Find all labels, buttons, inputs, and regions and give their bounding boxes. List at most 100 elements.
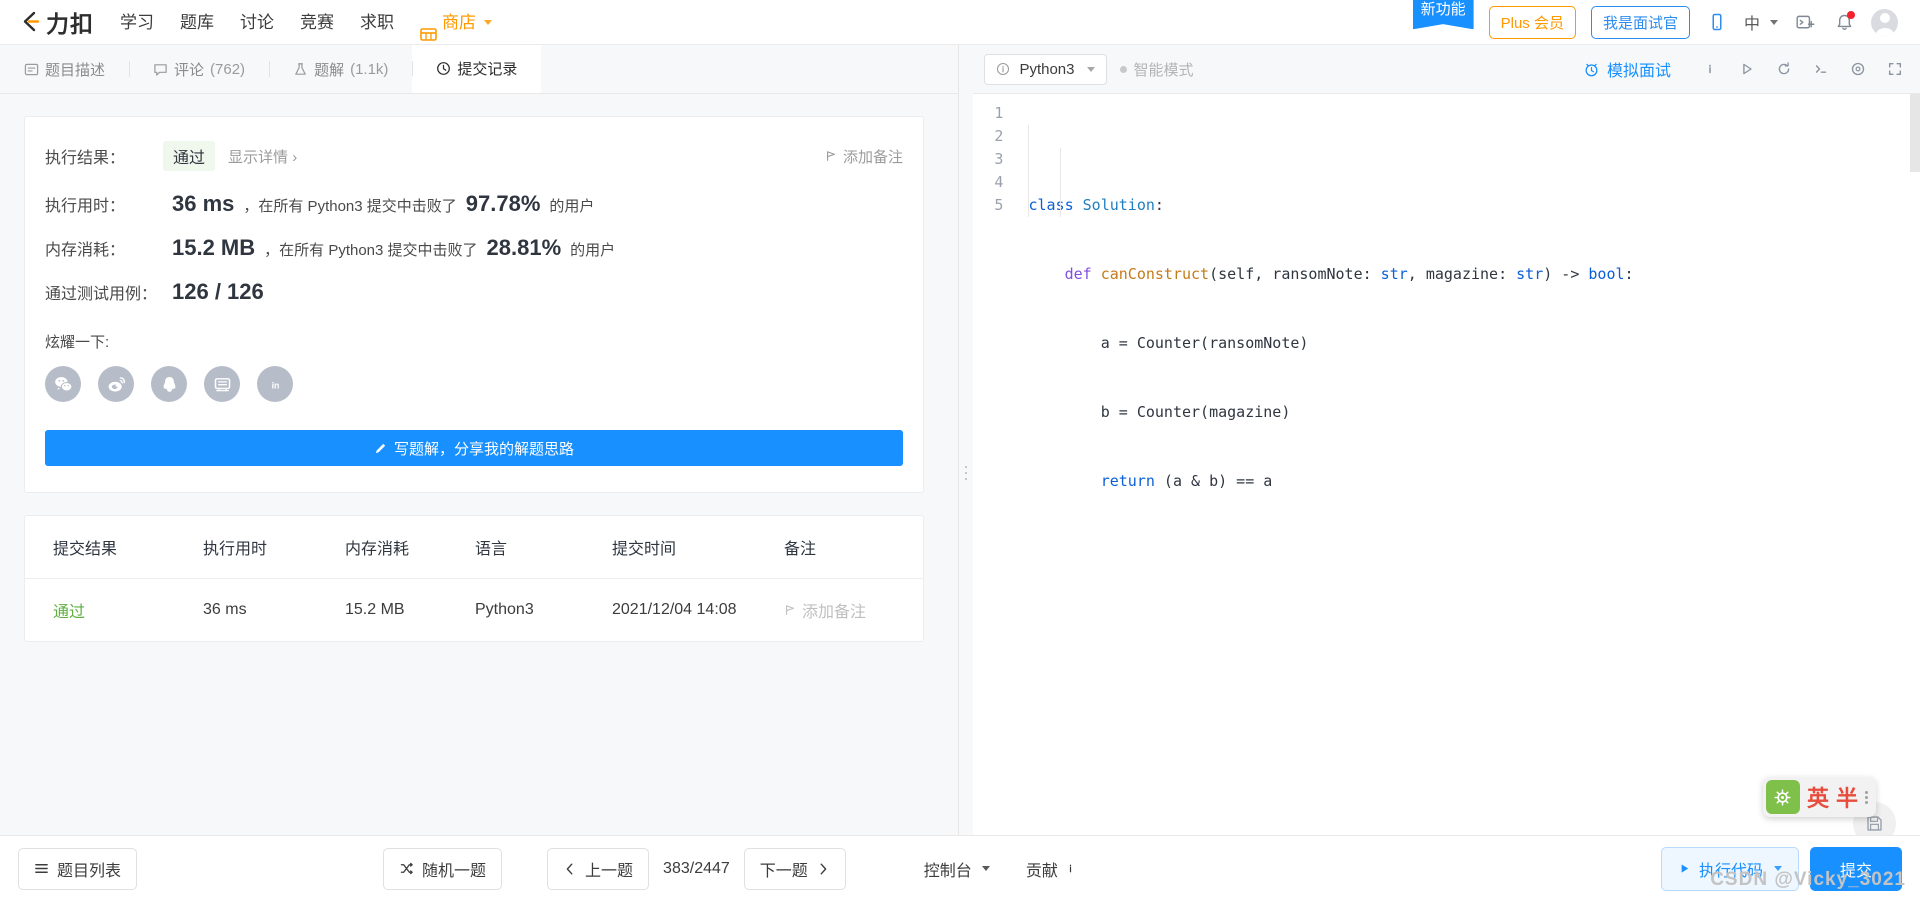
- add-note-label: 添加备注: [842, 148, 903, 166]
- fullscreen-icon[interactable]: [1887, 61, 1903, 77]
- line-number: 1: [994, 104, 1004, 122]
- runtime-percentile: 97.78%: [465, 191, 541, 216]
- submission-status-link[interactable]: 通过: [53, 604, 85, 621]
- editor-toolbar: Python3 智能模式 模拟面试: [973, 45, 1920, 94]
- tab-solutions[interactable]: 题解 (1.1k): [269, 45, 412, 93]
- contribute-button[interactable]: 贡献: [1026, 857, 1077, 881]
- ime-more-icon[interactable]: [1865, 790, 1868, 804]
- user-avatar[interactable]: [1871, 8, 1898, 36]
- code-content[interactable]: class Solution: def canConstruct(self, r…: [1015, 102, 1920, 539]
- add-note-button[interactable]: 添加备注: [825, 146, 903, 167]
- memory-row: 内存消耗： 15.2 MB ，在所有 Python3 提交中击败了 28.81%…: [45, 235, 903, 261]
- write-solution-label: 写题解，分享我的解题思路: [393, 440, 574, 458]
- notification-dot: [1847, 11, 1855, 19]
- write-solution-button[interactable]: 写题解，分享我的解题思路: [45, 430, 903, 466]
- nav-link-discuss[interactable]: 讨论: [240, 0, 274, 45]
- reset-icon[interactable]: [1776, 61, 1792, 77]
- leetcode-logo[interactable]: 力扣: [14, 5, 94, 39]
- flag-icon: [826, 151, 835, 161]
- console-label: 控制台: [923, 862, 972, 880]
- row-add-note-button[interactable]: 添加备注: [784, 598, 923, 622]
- tab-comments[interactable]: 评论 (762): [129, 45, 269, 93]
- language-picker[interactable]: Python3: [984, 53, 1107, 85]
- runtime-mid-text: ，在所有 Python3 提交中击败了: [243, 198, 457, 215]
- memory-value: 15.2 MB: [172, 235, 256, 260]
- th-language: 语言: [475, 516, 612, 579]
- tab-description[interactable]: 题目描述: [0, 45, 129, 93]
- tab-submissions[interactable]: 提交记录: [412, 45, 542, 93]
- nav-link-jobs[interactable]: 求职: [360, 0, 394, 45]
- left-panel: 题目描述 评论 (762) 题解 (1.1k) 提交记录 执行结果： 通过 显示…: [0, 45, 960, 901]
- code-line-3: a = Counter(ransomNote): [1028, 334, 1309, 352]
- prev-problem-button[interactable]: 上一题: [547, 847, 650, 890]
- nav-link-shop[interactable]: 商店: [420, 0, 492, 45]
- console-icon[interactable]: [1813, 61, 1829, 77]
- run-code-button[interactable]: 执行代码: [1660, 846, 1799, 891]
- nav-link-problems[interactable]: 题库: [180, 0, 214, 45]
- submit-button[interactable]: 提交: [1809, 846, 1902, 891]
- info-icon: [1069, 864, 1071, 873]
- th-submit-time: 提交时间: [612, 516, 784, 579]
- tab-label: 提交记录: [457, 61, 518, 78]
- ime-width-label[interactable]: 半: [1836, 781, 1858, 813]
- language-selector[interactable]: 中: [1744, 10, 1778, 34]
- plus-member-button[interactable]: Plus 会员: [1488, 5, 1576, 39]
- table-row[interactable]: 通过 36 ms 15.2 MB Python3 2021/12/04 14:0…: [25, 579, 923, 642]
- random-problem-label: 随机一题: [422, 862, 487, 880]
- table-header-row: 提交结果 执行用时 内存消耗 语言 提交时间 备注: [25, 516, 923, 579]
- wechat-icon[interactable]: [45, 366, 81, 402]
- splitter-handle-icon: [965, 466, 968, 480]
- line-number: 4: [994, 173, 1004, 191]
- random-problem-button[interactable]: 随机一题: [383, 847, 503, 890]
- ime-widget[interactable]: 英 半: [1762, 777, 1876, 817]
- ime-mode-label[interactable]: 英: [1807, 781, 1829, 813]
- mock-interview-label: 模拟面试: [1606, 63, 1671, 80]
- console-button[interactable]: 控制台: [924, 857, 990, 881]
- linkedin-icon[interactable]: in: [257, 366, 293, 402]
- contribute-label: 贡献: [1025, 862, 1058, 880]
- line-number: 3: [994, 150, 1004, 168]
- chevron-down-icon: [1086, 66, 1095, 72]
- info-icon[interactable]: [1702, 61, 1718, 77]
- weibo-icon[interactable]: [98, 366, 134, 402]
- ime-gear-icon[interactable]: [1765, 780, 1800, 814]
- indent-guide: [1028, 125, 1030, 217]
- share-icons-row: in: [45, 366, 903, 402]
- code-line-1: class Solution:: [1028, 196, 1164, 214]
- settings-icon[interactable]: [1850, 61, 1866, 77]
- shop-label: 商店: [442, 12, 476, 32]
- line-number: 5: [994, 196, 1004, 214]
- submissions-body: 执行结果： 通过 显示详情 › 添加备注 执行用时： 36 ms ，在所有 Py…: [0, 94, 958, 901]
- memory-percentile: 28.81%: [486, 235, 562, 260]
- next-problem-button[interactable]: 下一题: [743, 847, 846, 890]
- top-navigation-bar: 力扣 学习 题库 讨论 竞赛 求职 商店 新功能 Plus 会员 我是面试官 中: [0, 0, 1920, 45]
- smart-mode-toggle[interactable]: 智能模式: [1119, 59, 1194, 80]
- memory-mid-text: ，在所有 Python3 提交中击败了: [264, 242, 478, 259]
- terminal-add-icon[interactable]: [1793, 10, 1817, 34]
- run-icon[interactable]: [1739, 61, 1755, 77]
- mock-interview-button[interactable]: 模拟面试: [1583, 57, 1671, 81]
- new-feature-ribbon[interactable]: 新功能: [1412, 0, 1474, 30]
- th-result: 提交结果: [25, 516, 203, 579]
- qzone-icon[interactable]: [204, 366, 240, 402]
- leetcode-logo-icon: [18, 9, 44, 35]
- chevron-down-icon: [981, 866, 990, 871]
- qq-icon[interactable]: [151, 366, 187, 402]
- bottom-toolbar: 题目列表 随机一题 上一题 383/2447 下一题 控制台 贡献 执行代码 提…: [0, 835, 1920, 901]
- memory-suffix: 的用户: [570, 242, 616, 259]
- interviewer-button[interactable]: 我是面试官: [1590, 5, 1690, 39]
- notification-bell-icon[interactable]: [1832, 10, 1856, 34]
- problem-list-button[interactable]: 题目列表: [18, 847, 138, 890]
- nav-link-contest[interactable]: 竞赛: [300, 0, 334, 45]
- mobile-icon[interactable]: [1705, 10, 1729, 34]
- result-status-row: 执行结果： 通过 显示详情 › 添加备注: [45, 141, 903, 171]
- code-line-4: b = Counter(magazine): [1028, 403, 1291, 421]
- cell-note: 添加备注: [784, 579, 923, 642]
- play-icon: [1681, 864, 1689, 873]
- testcases-row: 通过测试用例： 126 / 126: [45, 279, 903, 305]
- runtime-value: 36 ms: [172, 191, 235, 216]
- nav-link-study[interactable]: 学习: [120, 0, 154, 45]
- description-icon: [24, 63, 39, 75]
- show-detail-link[interactable]: 显示详情 ›: [228, 146, 297, 167]
- panel-splitter[interactable]: [959, 45, 974, 901]
